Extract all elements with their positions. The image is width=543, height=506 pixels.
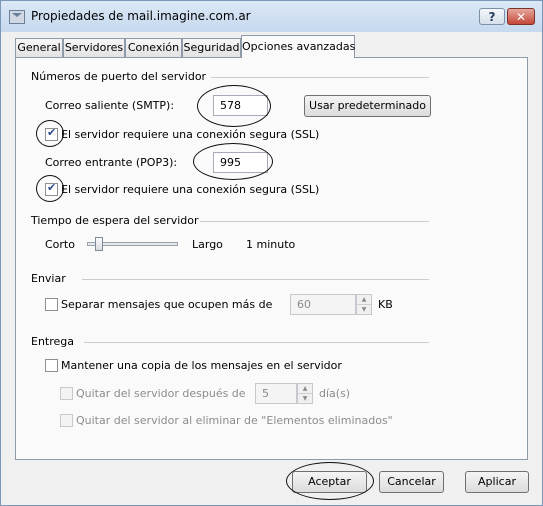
split-size-spinner[interactable]: ▲ ▼ (356, 294, 372, 315)
ports-group-divider (211, 77, 429, 78)
smtp-ssl-checkbox[interactable] (45, 126, 58, 141)
ports-group-label: Números de puerto del servidor (31, 70, 207, 83)
timeout-value: 1 minuto (246, 238, 296, 251)
days-unit-label: día(s) (319, 387, 351, 400)
remove-deleted-checkbox[interactable] (60, 414, 73, 427)
split-messages-checkbox[interactable] (45, 298, 58, 311)
smtp-label: Correo saliente (SMTP): (45, 99, 175, 112)
remove-after-spinner[interactable]: ▲ ▼ (297, 383, 313, 404)
remove-after-label: Quitar del servidor después de (76, 387, 246, 400)
ok-button[interactable]: Aceptar (292, 471, 367, 493)
split-size-input[interactable]: 60 (290, 294, 356, 315)
delivery-group-divider (84, 342, 429, 343)
keep-copy-checkbox[interactable] (45, 359, 58, 372)
spinner-up-icon[interactable]: ▲ (298, 384, 312, 394)
window-title: Propiedades de mail.imagine.com.ar (31, 9, 251, 23)
pop3-port-input[interactable]: 995 (213, 152, 268, 173)
split-size-unit: KB (378, 298, 393, 311)
timeout-group-divider (200, 221, 429, 222)
spinner-down-icon[interactable]: ▼ (357, 305, 371, 314)
tab-seguridad[interactable]: Seguridad (182, 38, 241, 57)
properties-dialog: Propiedades de mail.imagine.com.ar ? ✕ G… (0, 0, 543, 506)
timeout-long-label: Largo (192, 238, 223, 251)
spinner-up-icon[interactable]: ▲ (357, 295, 371, 305)
tab-conexion[interactable]: Conexión (125, 38, 182, 57)
advanced-options-panel: Números de puerto del servidor Correo sa… (15, 57, 528, 460)
pop3-ssl-checkbox[interactable] (45, 181, 58, 196)
title-bar: Propiedades de mail.imagine.com.ar ? ✕ (1, 1, 542, 32)
remove-after-checkbox[interactable] (60, 387, 73, 400)
split-messages-label: Separar mensajes que ocupen más de (61, 298, 273, 311)
tab-general[interactable]: General (15, 38, 63, 57)
apply-button[interactable]: Aplicar (465, 471, 529, 493)
delivery-group-label: Entrega (31, 335, 75, 348)
send-group-label: Enviar (31, 272, 66, 285)
mail-account-icon (9, 10, 25, 24)
pop3-ssl-label: El servidor requiere una conexión segura… (61, 183, 320, 196)
timeout-group-label: Tiempo de espera del servidor (31, 214, 199, 227)
pop3-label: Correo entrante (POP3): (45, 156, 178, 169)
use-default-button[interactable]: Usar predeterminado (304, 95, 431, 117)
cancel-button[interactable]: Cancelar (379, 471, 444, 493)
send-group-divider (82, 279, 429, 280)
timeout-slider-thumb[interactable] (95, 237, 104, 251)
help-button[interactable]: ? (479, 8, 505, 25)
smtp-ssl-label: El servidor requiere una conexión segura… (61, 128, 320, 141)
remove-deleted-label: Quitar del servidor al eliminar de "Elem… (76, 414, 393, 427)
tab-servidores[interactable]: Servidores (63, 38, 125, 57)
keep-copy-label: Mantener una copia de los mensajes en el… (61, 359, 342, 372)
close-button[interactable]: ✕ (507, 8, 535, 25)
smtp-port-input[interactable]: 578 (213, 95, 268, 116)
tab-opciones-avanzadas[interactable]: Opciones avanzadas (241, 35, 355, 58)
remove-after-days-input[interactable]: 5 (255, 383, 297, 404)
timeout-short-label: Corto (45, 238, 75, 251)
spinner-down-icon[interactable]: ▼ (298, 394, 312, 403)
